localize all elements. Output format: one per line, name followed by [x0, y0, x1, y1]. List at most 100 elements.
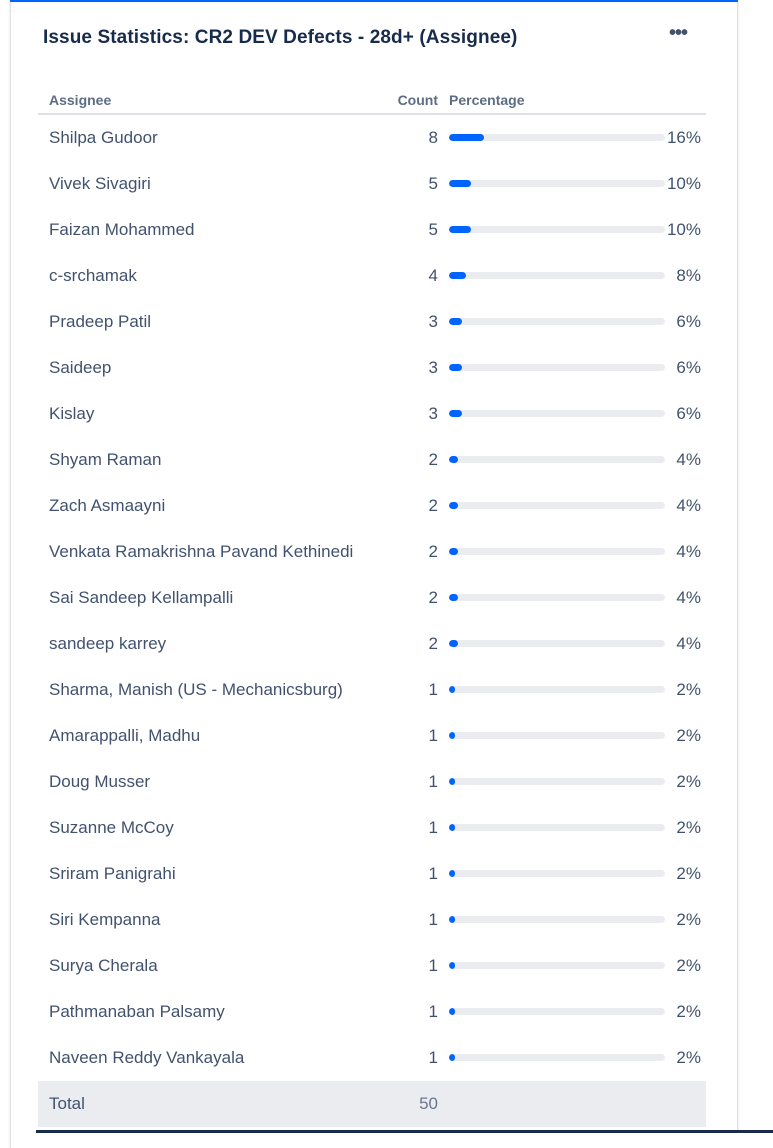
table-row: Amarappalli, Madhu 1 2%	[38, 713, 706, 759]
issue-count-link[interactable]: 2	[373, 483, 438, 529]
percentage-bar-fill	[449, 962, 455, 969]
assignee-name-link[interactable]: Vivek Sivagiri	[38, 161, 373, 207]
issue-count-link[interactable]: 2	[373, 437, 438, 483]
issue-count-link[interactable]: 5	[373, 161, 438, 207]
percentage-bar-wrap: 2%	[449, 897, 706, 943]
percentage-bar-track	[449, 870, 665, 877]
more-options-button[interactable]: •••	[664, 23, 692, 47]
percentage-bar-track	[449, 1008, 665, 1015]
percentage-bar-wrap: 10%	[449, 207, 706, 253]
table-row: Vivek Sivagiri 5 10%	[38, 161, 706, 207]
assignee-name-link[interactable]: Shilpa Gudoor	[38, 114, 373, 161]
issue-count-link[interactable]: 4	[373, 253, 438, 299]
percentage-label: 4%	[676, 634, 701, 653]
percentage-label: 2%	[676, 818, 701, 837]
issue-count-link[interactable]: 2	[373, 529, 438, 575]
table-row: Venkata Ramakrishna Pavand Kethinedi 2 4%	[38, 529, 706, 575]
percentage-bar-wrap: 4%	[449, 621, 706, 667]
page: Issue Statistics: CR2 DEV Defects - 28d+…	[0, 0, 773, 1148]
table-row: c-srchamak 4 8%	[38, 253, 706, 299]
percentage-bar-track	[449, 824, 665, 831]
issue-count-link[interactable]: 3	[373, 345, 438, 391]
assignee-name-link[interactable]: Doug Musser	[38, 759, 373, 805]
assignee-name-link[interactable]: Suzanne McCoy	[38, 805, 373, 851]
assignee-name-link[interactable]: Sriram Panigrahi	[38, 851, 373, 897]
percentage-bar-track	[449, 272, 665, 279]
table-row: Shyam Raman 2 4%	[38, 437, 706, 483]
table-row: Faizan Mohammed 5 10%	[38, 207, 706, 253]
assignee-name-link[interactable]: Naveen Reddy Vankayala	[38, 1035, 373, 1081]
percentage-bar-wrap: 2%	[449, 667, 706, 713]
percentage-bar-fill	[449, 824, 455, 831]
assignee-name-link[interactable]: Surya Cherala	[38, 943, 373, 989]
assignee-name-link[interactable]: Saideep	[38, 345, 373, 391]
percentage-bar-wrap: 4%	[449, 575, 706, 621]
percentage-bar-wrap: 6%	[449, 299, 706, 345]
issue-count-link[interactable]: 1	[373, 943, 438, 989]
table-header-row: Assignee Count Percentage	[38, 87, 706, 115]
percentage-cell: 2%	[438, 943, 706, 989]
assignee-name-link[interactable]: Faizan Mohammed	[38, 207, 373, 253]
issue-count-link[interactable]: 2	[373, 621, 438, 667]
issue-count-link[interactable]: 1	[373, 989, 438, 1035]
issue-count-link[interactable]: 2	[373, 575, 438, 621]
percentage-cell: 10%	[438, 161, 706, 207]
assignee-name-link[interactable]: Shyam Raman	[38, 437, 373, 483]
issue-count-link[interactable]: 3	[373, 391, 438, 437]
issue-count-link[interactable]: 5	[373, 207, 438, 253]
gadget-header: Issue Statistics: CR2 DEV Defects - 28d+…	[43, 23, 723, 53]
assignee-name-link[interactable]: c-srchamak	[38, 253, 373, 299]
more-horizontal-icon: •••	[668, 22, 688, 44]
issue-count-link[interactable]: 1	[373, 667, 438, 713]
percentage-cell: 4%	[438, 575, 706, 621]
assignee-name-link[interactable]: sandeep karrey	[38, 621, 373, 667]
percentage-bar-fill	[449, 502, 458, 509]
issue-count-link[interactable]: 1	[373, 713, 438, 759]
assignee-name-link[interactable]: Pathmanaban Palsamy	[38, 989, 373, 1035]
assignee-name-link[interactable]: Sharma, Manish (US - Mechanicsburg)	[38, 667, 373, 713]
total-row: Total 50	[38, 1081, 706, 1127]
issue-count-link[interactable]: 1	[373, 759, 438, 805]
issue-count-link[interactable]: 8	[373, 114, 438, 161]
column-header-assignee[interactable]: Assignee	[38, 87, 373, 115]
table-row: Sriram Panigrahi 1 2%	[38, 851, 706, 897]
table-row: Zach Asmaayni 2 4%	[38, 483, 706, 529]
percentage-cell: 2%	[438, 805, 706, 851]
issue-count-link[interactable]: 3	[373, 299, 438, 345]
assignee-name-link[interactable]: Sai Sandeep Kellampalli	[38, 575, 373, 621]
assignee-name-link[interactable]: Venkata Ramakrishna Pavand Kethinedi	[38, 529, 373, 575]
percentage-bar-track	[449, 180, 665, 187]
assignee-name-link[interactable]: Pradeep Patil	[38, 299, 373, 345]
assignee-name-link[interactable]: Amarappalli, Madhu	[38, 713, 373, 759]
percentage-cell: 4%	[438, 483, 706, 529]
assignee-name-link[interactable]: Zach Asmaayni	[38, 483, 373, 529]
column-header-count[interactable]: Count	[373, 87, 438, 115]
percentage-bar-wrap: 2%	[449, 1035, 706, 1081]
percentage-cell: 6%	[438, 345, 706, 391]
percentage-bar-track	[449, 134, 665, 141]
issue-count-link[interactable]: 1	[373, 897, 438, 943]
percentage-cell: 8%	[438, 253, 706, 299]
percentage-cell: 2%	[438, 851, 706, 897]
issue-count-link[interactable]: 1	[373, 805, 438, 851]
issue-count-link[interactable]: 1	[373, 1035, 438, 1081]
issue-count-link[interactable]: 1	[373, 851, 438, 897]
assignee-name-link[interactable]: Kislay	[38, 391, 373, 437]
table-row: Sharma, Manish (US - Mechanicsburg) 1 2%	[38, 667, 706, 713]
percentage-label: 2%	[676, 1002, 701, 1021]
percentage-bar-fill	[449, 226, 471, 233]
table-row: Siri Kempanna 1 2%	[38, 897, 706, 943]
percentage-label: 16%	[666, 128, 701, 147]
percentage-bar-fill	[449, 410, 462, 417]
percentage-cell: 2%	[438, 989, 706, 1035]
assignee-name-link[interactable]: Siri Kempanna	[38, 897, 373, 943]
table-row: Sai Sandeep Kellampalli 2 4%	[38, 575, 706, 621]
column-header-percentage[interactable]: Percentage	[438, 87, 706, 115]
percentage-bar-wrap: 6%	[449, 391, 706, 437]
percentage-bar-track	[449, 1054, 665, 1061]
table-row: sandeep karrey 2 4%	[38, 621, 706, 667]
percentage-bar-track	[449, 640, 665, 647]
percentage-bar-fill	[449, 870, 455, 877]
percentage-bar-fill	[449, 134, 484, 141]
percentage-bar-fill	[449, 364, 462, 371]
